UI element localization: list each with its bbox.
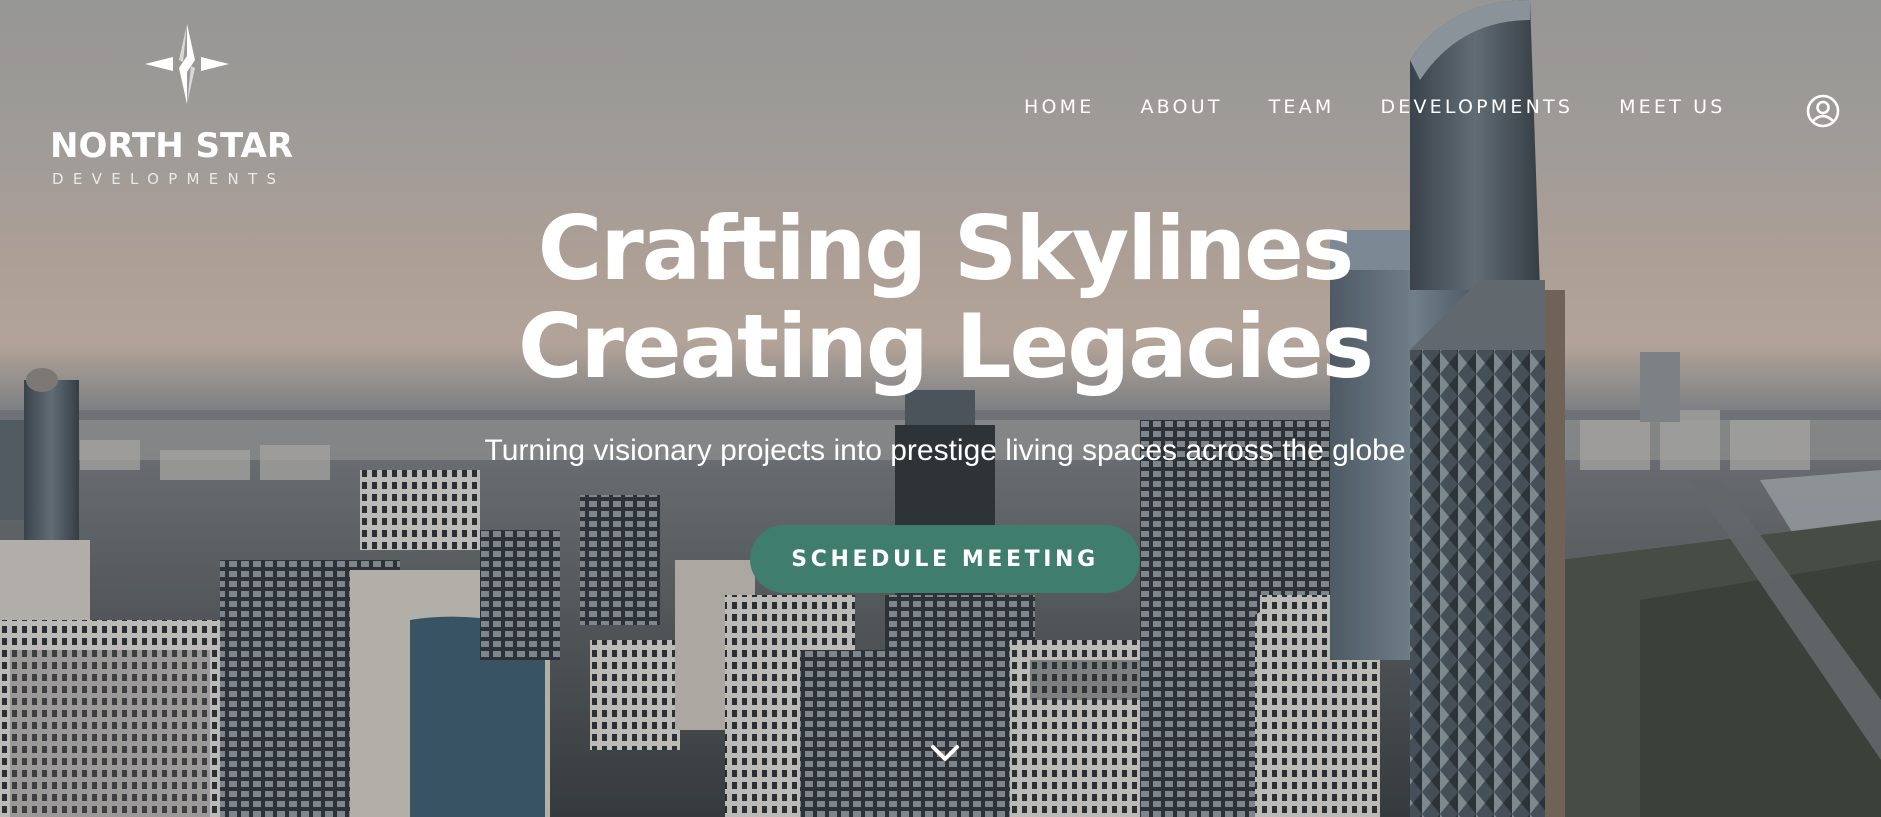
compass-star-icon bbox=[145, 24, 229, 104]
nav-item-team[interactable]: TEAM bbox=[1269, 96, 1335, 118]
nav-item-about[interactable]: ABOUT bbox=[1140, 96, 1222, 118]
user-circle-icon[interactable] bbox=[1806, 94, 1840, 128]
brand-tagline: DEVELOPMENTS bbox=[52, 170, 286, 188]
brand-logo[interactable]: NORTH STAR DEVELOPMENTS bbox=[50, 22, 330, 192]
main-nav: HOME ABOUT TEAM DEVELOPMENTS MEET US bbox=[1024, 96, 1726, 118]
hero-section: NORTH STAR DEVELOPMENTS HOME ABOUT TEAM … bbox=[0, 0, 1881, 817]
hero-headline-line-2: Creating Legacies bbox=[517, 295, 1374, 398]
nav-item-meet-us[interactable]: MEET US bbox=[1619, 96, 1725, 118]
nav-item-home[interactable]: HOME bbox=[1024, 96, 1094, 118]
hero-subheadline: Turning visionary projects into prestige… bbox=[484, 434, 1406, 467]
schedule-meeting-button[interactable]: SCHEDULE MEETING bbox=[750, 525, 1140, 593]
hero-headline: Crafting Skylines Creating Legacies bbox=[0, 200, 1881, 396]
brand-name: NORTH STAR bbox=[50, 126, 294, 166]
hero-headline-line-1: Crafting Skylines bbox=[537, 197, 1354, 300]
nav-item-developments[interactable]: DEVELOPMENTS bbox=[1380, 96, 1573, 118]
chevron-down-icon[interactable] bbox=[930, 742, 960, 764]
